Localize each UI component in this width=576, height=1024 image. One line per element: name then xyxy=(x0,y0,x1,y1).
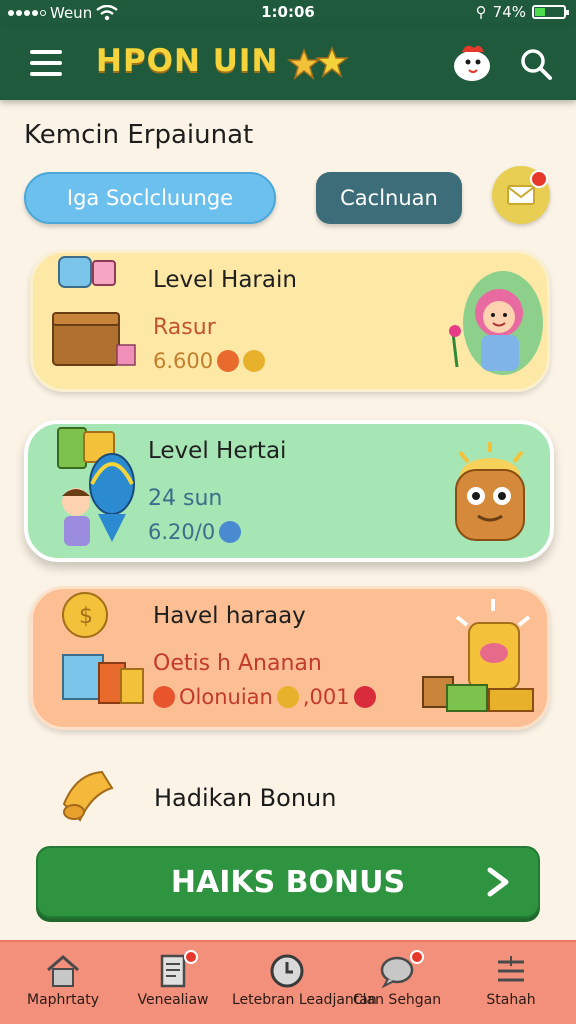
card-subtitle: Rasur xyxy=(153,315,216,340)
bottom-navigation: Maphrtaty Venealiaw Letebran Leadjantan … xyxy=(0,940,576,1024)
search-icon[interactable] xyxy=(518,46,554,82)
coin-icon xyxy=(276,686,299,708)
card-subtitle: Oetis h Ananan xyxy=(153,651,322,676)
notification-badge xyxy=(530,170,548,188)
battery-percent: 74% xyxy=(492,3,526,21)
level-card-1[interactable]: Level Harain Rasur 6.600 xyxy=(30,250,550,392)
card-value: 6.20/0 xyxy=(148,520,242,544)
stars-icon xyxy=(286,46,350,80)
coin-icon xyxy=(217,350,240,372)
nav-label: Maphrtaty xyxy=(26,992,100,1008)
bonus-button[interactable]: HAIKS BONUS xyxy=(36,846,540,918)
nav-label: Venealiaw xyxy=(137,992,209,1008)
nav-label: Stahah xyxy=(486,992,536,1008)
girl-character-icon xyxy=(449,271,543,375)
svg-text:$: $ xyxy=(79,604,93,629)
notification-badge xyxy=(184,950,198,964)
menu-icon[interactable] xyxy=(30,50,64,76)
level-card-2[interactable]: Level Hertai 24 sun 6.20/0 xyxy=(24,420,554,562)
nav-label: Clan Sehgan xyxy=(352,992,442,1008)
list-icon xyxy=(498,956,524,982)
scroll-icon xyxy=(62,770,114,822)
home-icon xyxy=(47,955,79,987)
boy-balloon-icon xyxy=(57,427,135,546)
coin-boxes-icon: $ xyxy=(62,592,144,704)
coin-icon xyxy=(243,350,266,372)
card-value: Olonuian ,001 xyxy=(153,685,376,709)
nav-item-home[interactable]: Maphrtaty xyxy=(8,948,118,1024)
battery-icon xyxy=(532,5,569,19)
clock-icon xyxy=(270,954,304,988)
card-title: Havel haraay xyxy=(153,603,306,629)
notification-badge xyxy=(410,950,424,964)
card-value-text: 6.20/0 xyxy=(148,520,216,544)
card-subtitle: 24 sun xyxy=(148,486,223,511)
mascot-icon[interactable] xyxy=(448,38,496,86)
bonus-button-label: HAIKS BONUS xyxy=(170,864,406,900)
nav-item-settings[interactable]: Stahah xyxy=(456,948,566,1024)
coin-icon xyxy=(219,521,242,543)
card-value-text: Olonuian xyxy=(179,685,273,709)
card-value: 6.600 xyxy=(153,349,266,373)
action-button[interactable]: Caclnuan xyxy=(316,172,462,224)
coin-icon xyxy=(153,686,175,708)
chevron-right-icon xyxy=(487,867,509,897)
nav-label: Letebran Leadjantan xyxy=(232,992,377,1008)
section-title: Kemcin Erpaiunat xyxy=(24,120,254,150)
backpack-character-icon xyxy=(455,442,525,541)
nav-item-documents[interactable]: Venealiaw xyxy=(118,948,228,1024)
bonus-row[interactable]: Hadikan Bonun xyxy=(30,758,550,838)
treasure-chest-icon xyxy=(52,256,136,366)
card-value-text: ,001 xyxy=(302,685,350,709)
coin-icon xyxy=(353,686,376,708)
app-header: HPON UIN xyxy=(0,26,576,100)
nav-item-leaderboard[interactable]: Letebran Leadjantan xyxy=(232,948,377,1024)
nav-item-chat[interactable]: Clan Sehgan xyxy=(342,948,452,1024)
level-card-3[interactable]: $ Havel haraay Oetis h Ananan Olonuian ,… xyxy=(30,586,550,730)
card-title: Level Harain xyxy=(153,267,297,293)
app-title: HPON UIN xyxy=(96,43,279,79)
status-right: ⚲ 74% xyxy=(475,3,569,21)
mail-button[interactable] xyxy=(492,166,550,224)
treasure-jar-icon xyxy=(422,599,534,712)
status-bar: Weun 1:0:06 ⚲ 74% xyxy=(0,0,576,26)
search-pill-button[interactable]: Iga Soclcluunge xyxy=(24,172,276,224)
card-title: Level Hertai xyxy=(148,438,287,464)
bonus-label: Hadikan Bonun xyxy=(154,784,337,812)
card-value-text: 6.600 xyxy=(153,349,214,373)
location-icon: ⚲ xyxy=(475,3,487,21)
